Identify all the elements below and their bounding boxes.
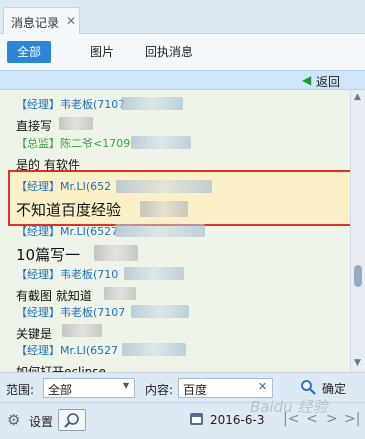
tab-label: 消息记录 — [11, 16, 60, 30]
redaction-mask — [131, 305, 189, 318]
scroll-up-icon[interactable]: ▲ — [354, 92, 361, 102]
gear-icon[interactable]: ⚙ — [7, 411, 20, 429]
redaction-mask — [94, 245, 138, 261]
redaction-mask — [122, 343, 186, 356]
scroll-down-icon[interactable]: ▼ — [354, 358, 361, 368]
scope-label: 范围: — [6, 383, 35, 397]
message-sender: 【经理】Mr.LI(652 — [16, 180, 112, 193]
message-sender: 【经理】Mr.LI(6527 — [16, 344, 119, 357]
scope-select[interactable]: 全部 — [43, 378, 135, 398]
filter-receipts-button[interactable]: 回执消息 — [137, 41, 201, 63]
back-link[interactable]: 返回 — [316, 73, 340, 90]
redaction-mask — [59, 117, 93, 130]
redaction-mask — [124, 267, 184, 280]
clear-icon[interactable]: ✕ — [258, 380, 267, 393]
tab-message-history[interactable]: 消息记录 ✕ — [3, 7, 80, 35]
redaction-mask — [121, 97, 183, 110]
message-item: 【经理】Mr.LI(6527 如何打开eclipse — [16, 342, 118, 372]
tab-bar: 消息记录 ✕ — [0, 0, 365, 35]
watermark: Baidu 经验 — [250, 398, 328, 416]
chevron-down-icon[interactable]: ▼ — [123, 381, 129, 390]
filter-images-button[interactable]: 图片 — [82, 41, 122, 63]
filter-bar: 全部 图片 回执消息 — [0, 34, 365, 70]
message-text: 有截图 就知道 — [16, 289, 92, 303]
redaction-mask — [140, 201, 188, 217]
search-submit-label: 确定 — [322, 382, 347, 396]
close-icon[interactable]: ✕ — [66, 14, 76, 28]
message-sender: 【经理】Mr.LI(6527 — [16, 225, 119, 238]
message-text: 如何打开eclipse — [16, 365, 106, 372]
redaction-mask — [104, 287, 136, 300]
calendar-icon[interactable] — [190, 413, 203, 425]
arrow-left-icon[interactable]: ◀ — [302, 73, 311, 87]
message-sender: 【经理】韦老板(710 — [16, 268, 119, 281]
message-sender: 【经理】韦老板(7107 — [16, 98, 126, 111]
message-list[interactable]: 【经理】韦老板(7107 直接写 【总监】陈二爷<1709 是的 有软件 【经理… — [0, 90, 350, 372]
message-sender: 【经理】韦老板(7107 — [16, 306, 126, 319]
message-sender: 【总监】陈二爷<1709 — [16, 137, 131, 150]
settings-button[interactable]: 设置 — [29, 413, 53, 430]
search-icon — [301, 380, 316, 395]
message-item: 【经理】韦老板(710 有截图 就知道 — [16, 266, 118, 304]
redaction-mask — [115, 224, 205, 237]
search-submit-button[interactable]: 确定 — [300, 379, 360, 397]
last-page-icon[interactable]: >| — [344, 411, 360, 427]
scroll-thumb[interactable] — [354, 265, 362, 287]
message-text: 是的 有软件 — [16, 158, 80, 172]
content-label: 内容: — [145, 383, 174, 397]
message-text: 不知道百度经验 — [16, 201, 122, 219]
redaction-mask — [116, 180, 212, 193]
magnifier-icon — [64, 413, 79, 428]
filter-all-button[interactable]: 全部 — [7, 41, 51, 63]
history-bar: ◀ 返回 — [0, 70, 365, 90]
find-button[interactable] — [58, 409, 86, 431]
message-item: 【总监】陈二爷<1709 是的 有软件 — [16, 135, 130, 173]
scrollbar[interactable]: ▲ ▼ — [350, 90, 365, 372]
message-item: 【经理】Mr.LI(652 不知道百度经验 — [16, 178, 121, 220]
redaction-mask — [131, 136, 191, 149]
redaction-mask — [62, 324, 102, 337]
next-page-icon[interactable]: > — [326, 411, 338, 427]
